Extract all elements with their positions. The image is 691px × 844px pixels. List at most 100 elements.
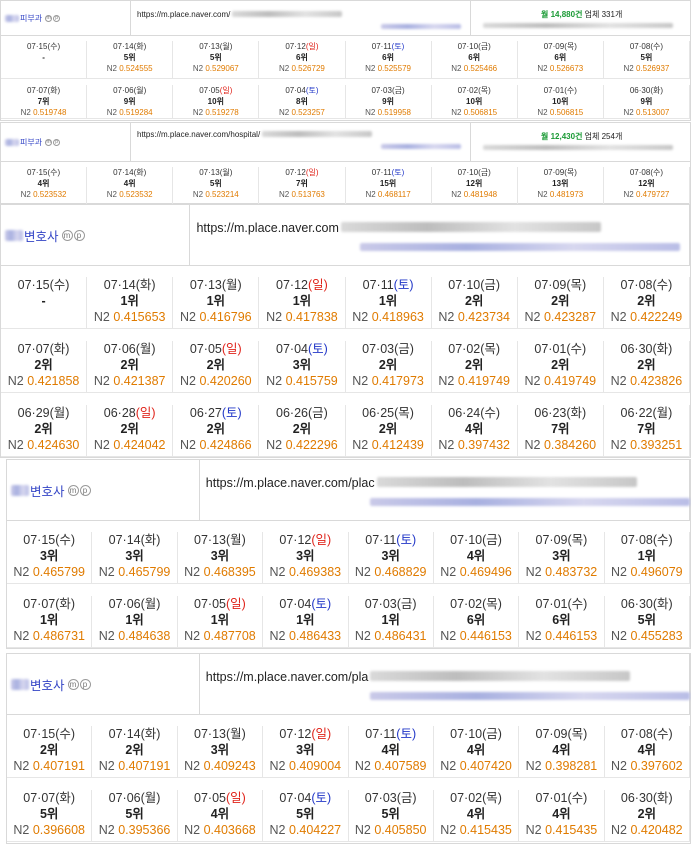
place-url[interactable]: https://m.place.naver.com/pla <box>206 670 631 684</box>
weekday-text: (수) <box>47 42 61 51</box>
weekday-text: (금) <box>396 791 417 805</box>
rank-value: 5위 <box>296 807 315 821</box>
date-text: 07·10 <box>448 278 481 292</box>
n2-label: N2 <box>623 190 636 199</box>
weekday-text: (토) <box>221 406 242 420</box>
date-text: 06·29 <box>17 406 50 420</box>
rank-value: 1위 <box>637 549 657 563</box>
rank-value: 6위 <box>554 53 567 62</box>
date-text: 06·28 <box>103 406 136 420</box>
rank-cell: 06·30(화) 2위 N2 0.420482 <box>605 790 690 841</box>
n2-label: N2 <box>623 108 636 117</box>
rank-cell: 07·15(수) - <box>1 277 88 328</box>
n2-value: 0.446153 <box>545 629 598 643</box>
rank-date: 07·06(월) <box>87 85 172 96</box>
n2-label: N2 <box>98 823 119 837</box>
rank-value: 4위 <box>210 807 230 821</box>
rank-cell: 07·05(일) 1위 N2 0.487708 <box>178 596 264 647</box>
n2-label: N2 <box>184 759 204 773</box>
n2-label: N2 <box>438 310 458 324</box>
place-badge-icon[interactable]: p <box>73 229 85 241</box>
date-text: 07·03 <box>364 791 397 805</box>
monthly-search-summary: 월 14,880건 업체 331개 <box>541 9 622 20</box>
rank-cell: 07·04(토) 8위 N2 0.523257 <box>259 85 346 118</box>
mobile-badge-icon[interactable]: m <box>67 678 79 690</box>
n2-label: N2 <box>279 108 292 117</box>
mobile-badge-icon[interactable]: m <box>61 229 73 241</box>
rank-cell: 07·14(화) 3위 N2 0.465799 <box>92 532 178 583</box>
section-header: 변호사 m p https://m.place.naver.com <box>1 205 690 266</box>
date-text: 07·10 <box>457 42 479 51</box>
weekday-text: (토) <box>311 791 332 805</box>
place-badge-icon[interactable]: p <box>79 484 91 496</box>
rank-cell: 07·14(화) 1위 N2 0.415653 <box>87 277 174 328</box>
rank-date: 07·03(금) <box>349 790 433 806</box>
weekday-text: (토) <box>391 168 405 177</box>
place-url[interactable]: https://m.place.naver.com <box>196 221 601 235</box>
rank-value: 4위 <box>466 807 486 821</box>
rank-date: 07·01(수) <box>519 596 603 612</box>
n2-score: N2 0.486431 <box>349 628 433 644</box>
place-url-prefix[interactable]: https://m.place.naver.com <box>196 221 338 235</box>
rank-date: 06·30(화) <box>605 596 689 612</box>
rank-cell: 06·28(일) 2위 N2 0.424042 <box>87 405 174 456</box>
n2-value: 0.416796 <box>199 310 252 324</box>
n2-label: N2 <box>354 823 375 837</box>
n2-value: 0.423287 <box>543 310 597 324</box>
map-badges: mp <box>45 14 61 22</box>
place-url[interactable]: https://m.place.naver.com/ <box>137 10 343 19</box>
rank-date: 07·04(토) <box>259 85 344 96</box>
n2-value: 0.526937 <box>635 64 670 73</box>
place-url-prefix[interactable]: https://m.place.naver.com/pla <box>206 670 369 684</box>
market-info: 월 12,430건 업체 254개 <box>471 123 690 161</box>
n2-value: 0.396608 <box>32 823 85 837</box>
n2-value: 0.506815 <box>549 108 584 117</box>
n2-score: N2 0.486433 <box>263 628 347 644</box>
rank-cell: 07·15(수) 4위 N2 0.523532 <box>1 167 88 204</box>
place-badge-icon[interactable]: p <box>53 138 61 146</box>
rank-date: 07·15(수) <box>7 726 91 742</box>
date-text: 07·10 <box>450 533 483 547</box>
place-badge-icon[interactable]: p <box>53 14 61 22</box>
n2-value: 0.398281 <box>545 759 598 773</box>
n2-label: N2 <box>13 759 33 773</box>
rank-value: 10위 <box>466 97 483 106</box>
place-url-prefix[interactable]: https://m.place.naver.com/hospital/ <box>137 130 260 139</box>
place-url[interactable]: https://m.place.naver.com/plac <box>206 476 637 490</box>
n2-score: N2 0.519278 <box>173 107 258 118</box>
rank-value: 3위 <box>296 549 315 563</box>
place-url[interactable]: https://m.place.naver.com/hospital/ <box>137 130 373 139</box>
weekday-text: (수) <box>652 278 673 292</box>
n2-score: N2 0.496079 <box>605 564 689 580</box>
rank-value: 2위 <box>39 743 59 757</box>
n2-value: 0.486431 <box>374 629 427 643</box>
rank-value: 4위 <box>552 807 571 821</box>
place-url-prefix[interactable]: https://m.place.naver.com/plac <box>206 476 375 490</box>
mobile-badge-icon[interactable]: m <box>67 484 79 496</box>
mobile-badge-icon[interactable]: m <box>45 138 53 146</box>
n2-score: N2 0.423826 <box>604 373 689 389</box>
rank-cell: 07·13(월) 3위 N2 0.468395 <box>178 532 264 583</box>
n2-value: 0.484638 <box>118 629 171 643</box>
rank-cell: 07·10(금) 12위 N2 0.481948 <box>432 167 518 204</box>
n2-score: N2 0.526673 <box>518 63 603 74</box>
rank-cell: 06·22(월) 7위 N2 0.393251 <box>604 405 690 456</box>
weekday-text: (금) <box>482 727 502 741</box>
date-text: 07·14 <box>113 42 134 51</box>
rank-date: 07·07(화) <box>1 85 86 96</box>
weekday-text: (일) <box>308 278 328 292</box>
date-text: 07·07 <box>23 791 56 805</box>
rank-value: 4위 <box>464 422 484 436</box>
rank-cell: 07·13(월) 1위 N2 0.416796 <box>173 277 260 328</box>
mobile-badge-icon[interactable]: m <box>45 14 53 22</box>
rank-value: 2위 <box>637 807 657 821</box>
rank-value: 4위 <box>637 743 657 757</box>
rank-value: 1위 <box>125 613 144 627</box>
place-badge-icon[interactable]: p <box>79 678 91 690</box>
rank-date: 07·06(월) <box>92 596 176 612</box>
n2-score: N2 0.524555 <box>87 63 172 74</box>
n2-value: 0.424630 <box>27 438 80 452</box>
date-text: 07·06 <box>108 791 141 805</box>
place-url-prefix[interactable]: https://m.place.naver.com/ <box>137 10 230 19</box>
n2-label: N2 <box>180 438 200 452</box>
